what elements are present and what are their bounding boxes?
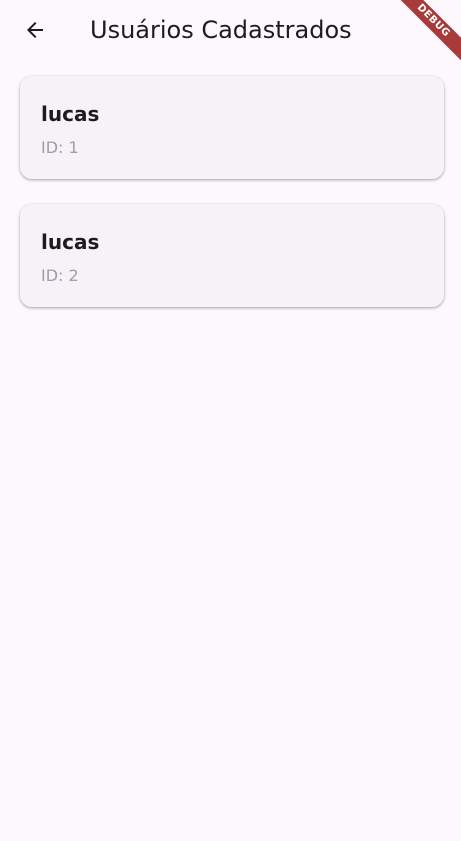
- user-card[interactable]: lucas ID: 1: [20, 76, 444, 179]
- app-bar: Usuários Cadastrados: [0, 0, 461, 62]
- user-name: lucas: [41, 102, 100, 126]
- user-name: lucas: [41, 230, 100, 254]
- user-card[interactable]: lucas ID: 2: [20, 204, 444, 307]
- user-id: ID: 2: [41, 266, 79, 285]
- page-title: Usuários Cadastrados: [90, 16, 352, 44]
- back-button[interactable]: [14, 9, 56, 51]
- user-list: lucas ID: 1 lucas ID: 2: [20, 76, 444, 332]
- user-id: ID: 1: [41, 138, 79, 157]
- arrow-left-icon: [27, 22, 43, 38]
